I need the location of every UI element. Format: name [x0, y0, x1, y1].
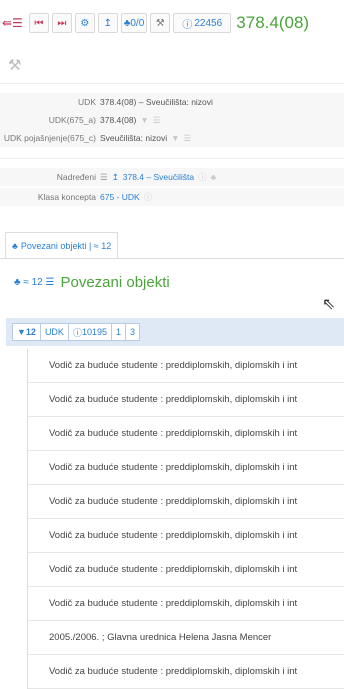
list-item[interactable]: Vodič za buduće studente : preddiplomski… [28, 349, 344, 383]
tab-related-objects[interactable]: ♣ Povezani objekti | ≈ 12 [5, 232, 119, 259]
back-list-icon[interactable]: ⇚☰ [0, 13, 25, 33]
list-item[interactable]: Vodič za buduće studente : preddiplomski… [28, 587, 344, 621]
info-icon: ⓘ [72, 327, 82, 338]
udk-label: UDK [78, 97, 96, 107]
list-item[interactable]: Vodič za buduće studente : preddiplomski… [28, 655, 344, 689]
hierarchy-icon: ☰ [100, 171, 108, 182]
up-icon: ↥ [103, 17, 112, 29]
section-header: ♣ ≈ 12 ☰ Povezani objekti [14, 274, 170, 291]
class-label: Klasa koncepta [37, 192, 96, 202]
parent-link[interactable]: 378.4 – Sveučilišta [123, 172, 194, 182]
udk675a-value: 378.4(08) [100, 115, 137, 125]
filter-icon: ▼ [17, 327, 26, 337]
tree-button[interactable]: ♣ 0/0 [120, 13, 148, 33]
section-count: ≈ 12 [23, 277, 43, 288]
list-item[interactable]: Vodič za buduće studente : preddiplomski… [28, 519, 344, 553]
prev-icon: ⏭ [57, 17, 67, 29]
page-current[interactable]: 1 [112, 323, 127, 341]
udk675a-label: UDK(675_a) [48, 115, 96, 125]
results-list: Vodič za buduće studente : preddiplomski… [27, 349, 344, 689]
list-icon[interactable]: ☰ [153, 115, 161, 126]
list-item[interactable]: Vodič za buduće studente : preddiplomski… [28, 383, 344, 417]
info-count: 22456 [194, 17, 223, 29]
list-icon: ☰ [45, 277, 55, 288]
filter-info-button[interactable]: ⓘ 10195 [68, 323, 112, 341]
info-icon[interactable]: ⓘ [144, 191, 153, 203]
settings-icon: ⚙ [80, 17, 90, 29]
tab-divider [0, 258, 344, 259]
up-icon: ↥ [111, 171, 119, 182]
udk-row: UDK 378.4(08) – Sveučilišta: nizovi [0, 93, 344, 111]
list-item[interactable]: Vodič za buduće studente : preddiplomski… [28, 485, 344, 519]
filter-bar: ▼ 12 UDK ⓘ 10195 1 3 [6, 318, 344, 346]
list-item[interactable]: Vodič za buduće studente : preddiplomski… [28, 451, 344, 485]
page-total[interactable]: 3 [126, 323, 141, 341]
list-item[interactable]: Vodič za buduće studente : preddiplomski… [28, 553, 344, 587]
filter-icon[interactable]: ▼ [171, 133, 179, 143]
record-title: 378.4(08) [236, 13, 310, 32]
list-item[interactable]: Vodič za buduće studente : preddiplomski… [28, 417, 344, 451]
up-button[interactable]: ↥ [97, 13, 118, 33]
toolbar: ⇚☰ ⏮ ⏭ ⚙ ↥ ♣ 0/0 ⚒ ⓘ 22456 378.4(08) [0, 6, 344, 40]
parent-row: Nadređeni ☰ ↥ 378.4 – Sveučilišta ⓘ ♣ [0, 168, 344, 186]
udk675c-row: UDK pojašnjenje(675_c) Sveučilišta: nizo… [0, 129, 344, 147]
section-title: Povezani objekti [60, 274, 170, 291]
tree-icon: ♣ [14, 277, 21, 288]
divider [0, 83, 344, 84]
udk675a-row: UDK(675_a) 378.4(08) ▼ ☰ [0, 111, 344, 129]
section-meta[interactable]: ♣ ≈ 12 ☰ [14, 277, 54, 288]
info-button[interactable]: ⓘ 22456 [173, 13, 232, 33]
filter-count: 12 [25, 327, 36, 337]
filter-icon[interactable]: ▼ [140, 115, 148, 125]
parent-label: Nadređeni [56, 172, 96, 182]
filter-info: 10195 [81, 327, 107, 337]
tree-icon: ♣ [12, 241, 18, 251]
info-icon: ⓘ [182, 19, 193, 31]
prev-record-button[interactable]: ⏭ [51, 13, 72, 33]
first-icon: ⏮ [34, 17, 44, 29]
udk-value: 378.4(08) – Sveučilišta: nizovi [100, 97, 213, 107]
class-link[interactable]: 675 - UDK [100, 192, 140, 202]
hammer-icon: ⚒ [155, 17, 165, 29]
hammer-icon: ⚒ [8, 57, 22, 74]
list-item[interactable]: 2005./2006. ; Glavna urednica Helena Jas… [28, 621, 344, 655]
udk675c-label: UDK pojašnjenje(675_c) [3, 133, 96, 143]
tab-label: Povezani objekti | ≈ 12 [20, 241, 112, 251]
first-record-button[interactable]: ⏮ [28, 13, 49, 33]
hammer-button[interactable]: ⚒ [150, 13, 171, 33]
list-icon[interactable]: ☰ [184, 133, 192, 144]
info-icon[interactable]: ⓘ [198, 171, 207, 183]
udk675c-value: Sveučilišta: nizovi [100, 133, 168, 143]
mouse-cursor-icon: ⇖ [322, 296, 336, 313]
class-row: Klasa koncepta 675 - UDK ⓘ [0, 188, 344, 206]
filter-type-button[interactable]: UDK [40, 323, 69, 341]
filter-count-button[interactable]: ▼ 12 [12, 323, 41, 341]
tree-icon[interactable]: ♣ [211, 172, 217, 182]
tree-count: 0/0 [130, 17, 145, 29]
settings-button[interactable]: ⚙ [74, 13, 95, 33]
divider [0, 158, 344, 159]
